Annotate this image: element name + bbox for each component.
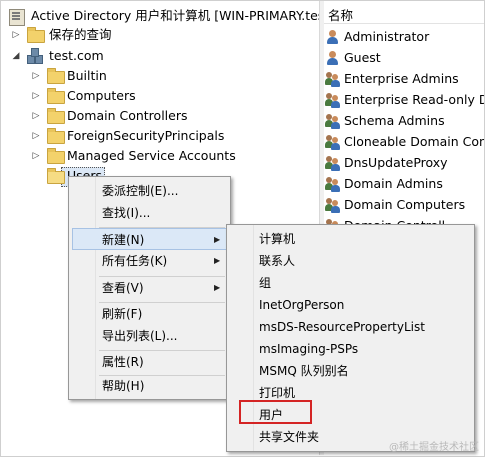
user-icon — [326, 51, 340, 66]
menu-item-help[interactable]: 帮助(H) — [72, 375, 227, 397]
folder-icon — [47, 168, 65, 184]
list-item-label: Cloneable Domain Cont — [344, 134, 484, 149]
user-icon — [326, 30, 340, 45]
tree-item-domain-controllers[interactable]: ▷ Domain Controllers — [5, 106, 245, 126]
group-icon — [325, 114, 342, 129]
column-header-name[interactable]: 名称 — [324, 1, 484, 24]
tree-item-saved-queries[interactable]: ▷ 保存的查询 — [5, 25, 205, 45]
tree-item-foreign-security-principals[interactable]: ▷ ForeignSecurityPrincipals — [5, 126, 265, 146]
menu-item-label: 共享文件夹 — [259, 430, 320, 444]
column-header-label: 名称 — [328, 8, 354, 23]
submenu-item-msmq-queue-alias[interactable]: MSMQ 队列别名 — [230, 360, 471, 382]
menu-item-label: 查找(I)... — [102, 206, 151, 220]
group-icon — [325, 156, 342, 171]
tree-item-label: 保存的查询 — [49, 27, 112, 42]
tree-item-label: test.com — [49, 48, 104, 63]
menu-item-delegate-control[interactable]: 委派控制(E)... — [72, 180, 227, 202]
group-icon — [325, 135, 342, 150]
context-menu: 委派控制(E)... 查找(I)... 新建(N) ▶ 所有任务(K) ▶ 查看… — [68, 176, 231, 400]
watermark: @稀土掘金技术社区 — [389, 442, 479, 453]
tree-item-builtin[interactable]: ▷ Builtin — [5, 66, 245, 86]
tree-root-label: Active Directory 用户和计算机 [WIN-PRIMARY.tes… — [31, 8, 334, 23]
snapin-icon — [9, 9, 25, 26]
menu-item-label: 查看(V) — [102, 281, 144, 295]
menu-item-label: InetOrgPerson — [259, 298, 345, 312]
menu-item-label: 导出列表(L)... — [102, 329, 178, 343]
submenu-item-contact[interactable]: 联系人 — [230, 250, 471, 272]
menu-item-view[interactable]: 查看(V) ▶ — [72, 277, 227, 299]
tree-item-computers[interactable]: ▷ Computers — [5, 86, 245, 106]
list-item-label: Guest — [344, 50, 381, 65]
expand-arrow-icon[interactable]: ▷ — [31, 66, 41, 86]
collapse-arrow-icon[interactable]: ◢ — [11, 46, 21, 66]
submenu-item-msds-resourcepropertylist[interactable]: msDS-ResourcePropertyList — [230, 316, 471, 338]
tree-item-label: Computers — [67, 88, 136, 103]
menu-item-all-tasks[interactable]: 所有任务(K) ▶ — [72, 250, 227, 272]
menu-item-label: 组 — [259, 276, 272, 290]
tree-item-domain[interactable]: ◢ test.com — [5, 46, 205, 66]
menu-item-label: 联系人 — [259, 254, 296, 268]
submenu-arrow-icon: ▶ — [214, 256, 221, 265]
expand-arrow-icon[interactable]: ▷ — [31, 86, 41, 106]
menu-item-properties[interactable]: 属性(R) — [72, 351, 227, 373]
folder-icon — [47, 68, 65, 84]
menu-item-label: 帮助(H) — [102, 379, 145, 393]
folder-icon — [47, 128, 65, 144]
submenu-item-inetorgperson[interactable]: InetOrgPerson — [230, 294, 471, 316]
menu-item-label: 属性(R) — [102, 355, 144, 369]
submenu-arrow-icon: ▶ — [214, 235, 221, 244]
tree-item-managed-service-accounts[interactable]: ▷ Managed Service Accounts — [5, 146, 265, 166]
tree-item-label: Managed Service Accounts — [67, 148, 236, 163]
submenu-item-msimaging-psps[interactable]: msImaging-PSPs — [230, 338, 471, 360]
menu-item-label: 委派控制(E)... — [102, 184, 179, 198]
menu-item-export-list[interactable]: 导出列表(L)... — [72, 325, 227, 347]
menu-item-label: 新建(N) — [102, 233, 145, 247]
folder-icon — [47, 88, 65, 104]
menu-item-label: 刷新(F) — [102, 307, 143, 321]
domain-icon — [27, 48, 43, 64]
expand-arrow-icon[interactable]: ▷ — [11, 25, 21, 45]
menu-item-label: 计算机 — [259, 232, 296, 246]
group-icon — [325, 93, 342, 108]
ou-folder-icon — [47, 108, 65, 124]
tree-item-label: Builtin — [67, 68, 107, 83]
menu-item-find[interactable]: 查找(I)... — [72, 202, 227, 224]
menu-item-label: MSMQ 队列别名 — [259, 364, 349, 378]
menu-item-new[interactable]: 新建(N) ▶ — [72, 228, 227, 250]
menu-item-label: msDS-ResourcePropertyList — [259, 320, 425, 334]
submenu-item-computer[interactable]: 计算机 — [230, 228, 471, 250]
group-icon — [325, 198, 342, 213]
submenu-arrow-icon: ▶ — [214, 283, 221, 292]
folder-icon — [27, 27, 45, 43]
folder-icon — [47, 148, 65, 164]
menu-item-refresh[interactable]: 刷新(F) — [72, 303, 227, 325]
submenu-item-group[interactable]: 组 — [230, 272, 471, 294]
expand-arrow-icon[interactable]: ▷ — [31, 126, 41, 146]
group-icon — [325, 177, 342, 192]
group-icon — [325, 72, 342, 87]
tree-item-label: Domain Controllers — [67, 108, 188, 123]
list-item-label: Enterprise Read-only D — [344, 92, 484, 107]
list-item-label: Administrator — [344, 29, 430, 44]
list-item-label: DnsUpdateProxy — [344, 155, 448, 170]
list-item-label: Domain Computers — [344, 197, 466, 212]
menu-item-label: 所有任务(K) — [102, 254, 168, 268]
menu-item-label: msImaging-PSPs — [259, 342, 359, 356]
list-item-label: Domain Admins — [344, 176, 443, 191]
tree-root[interactable]: Active Directory 用户和计算机 [WIN-PRIMARY.tes… — [5, 6, 333, 26]
highlight-box-user — [239, 400, 312, 424]
expand-arrow-icon[interactable]: ▷ — [31, 106, 41, 126]
list-item-label: Schema Admins — [344, 113, 445, 128]
tree-item-label: ForeignSecurityPrincipals — [67, 128, 225, 143]
expand-arrow-icon[interactable]: ▷ — [31, 146, 41, 166]
list-item-label: Enterprise Admins — [344, 71, 459, 86]
